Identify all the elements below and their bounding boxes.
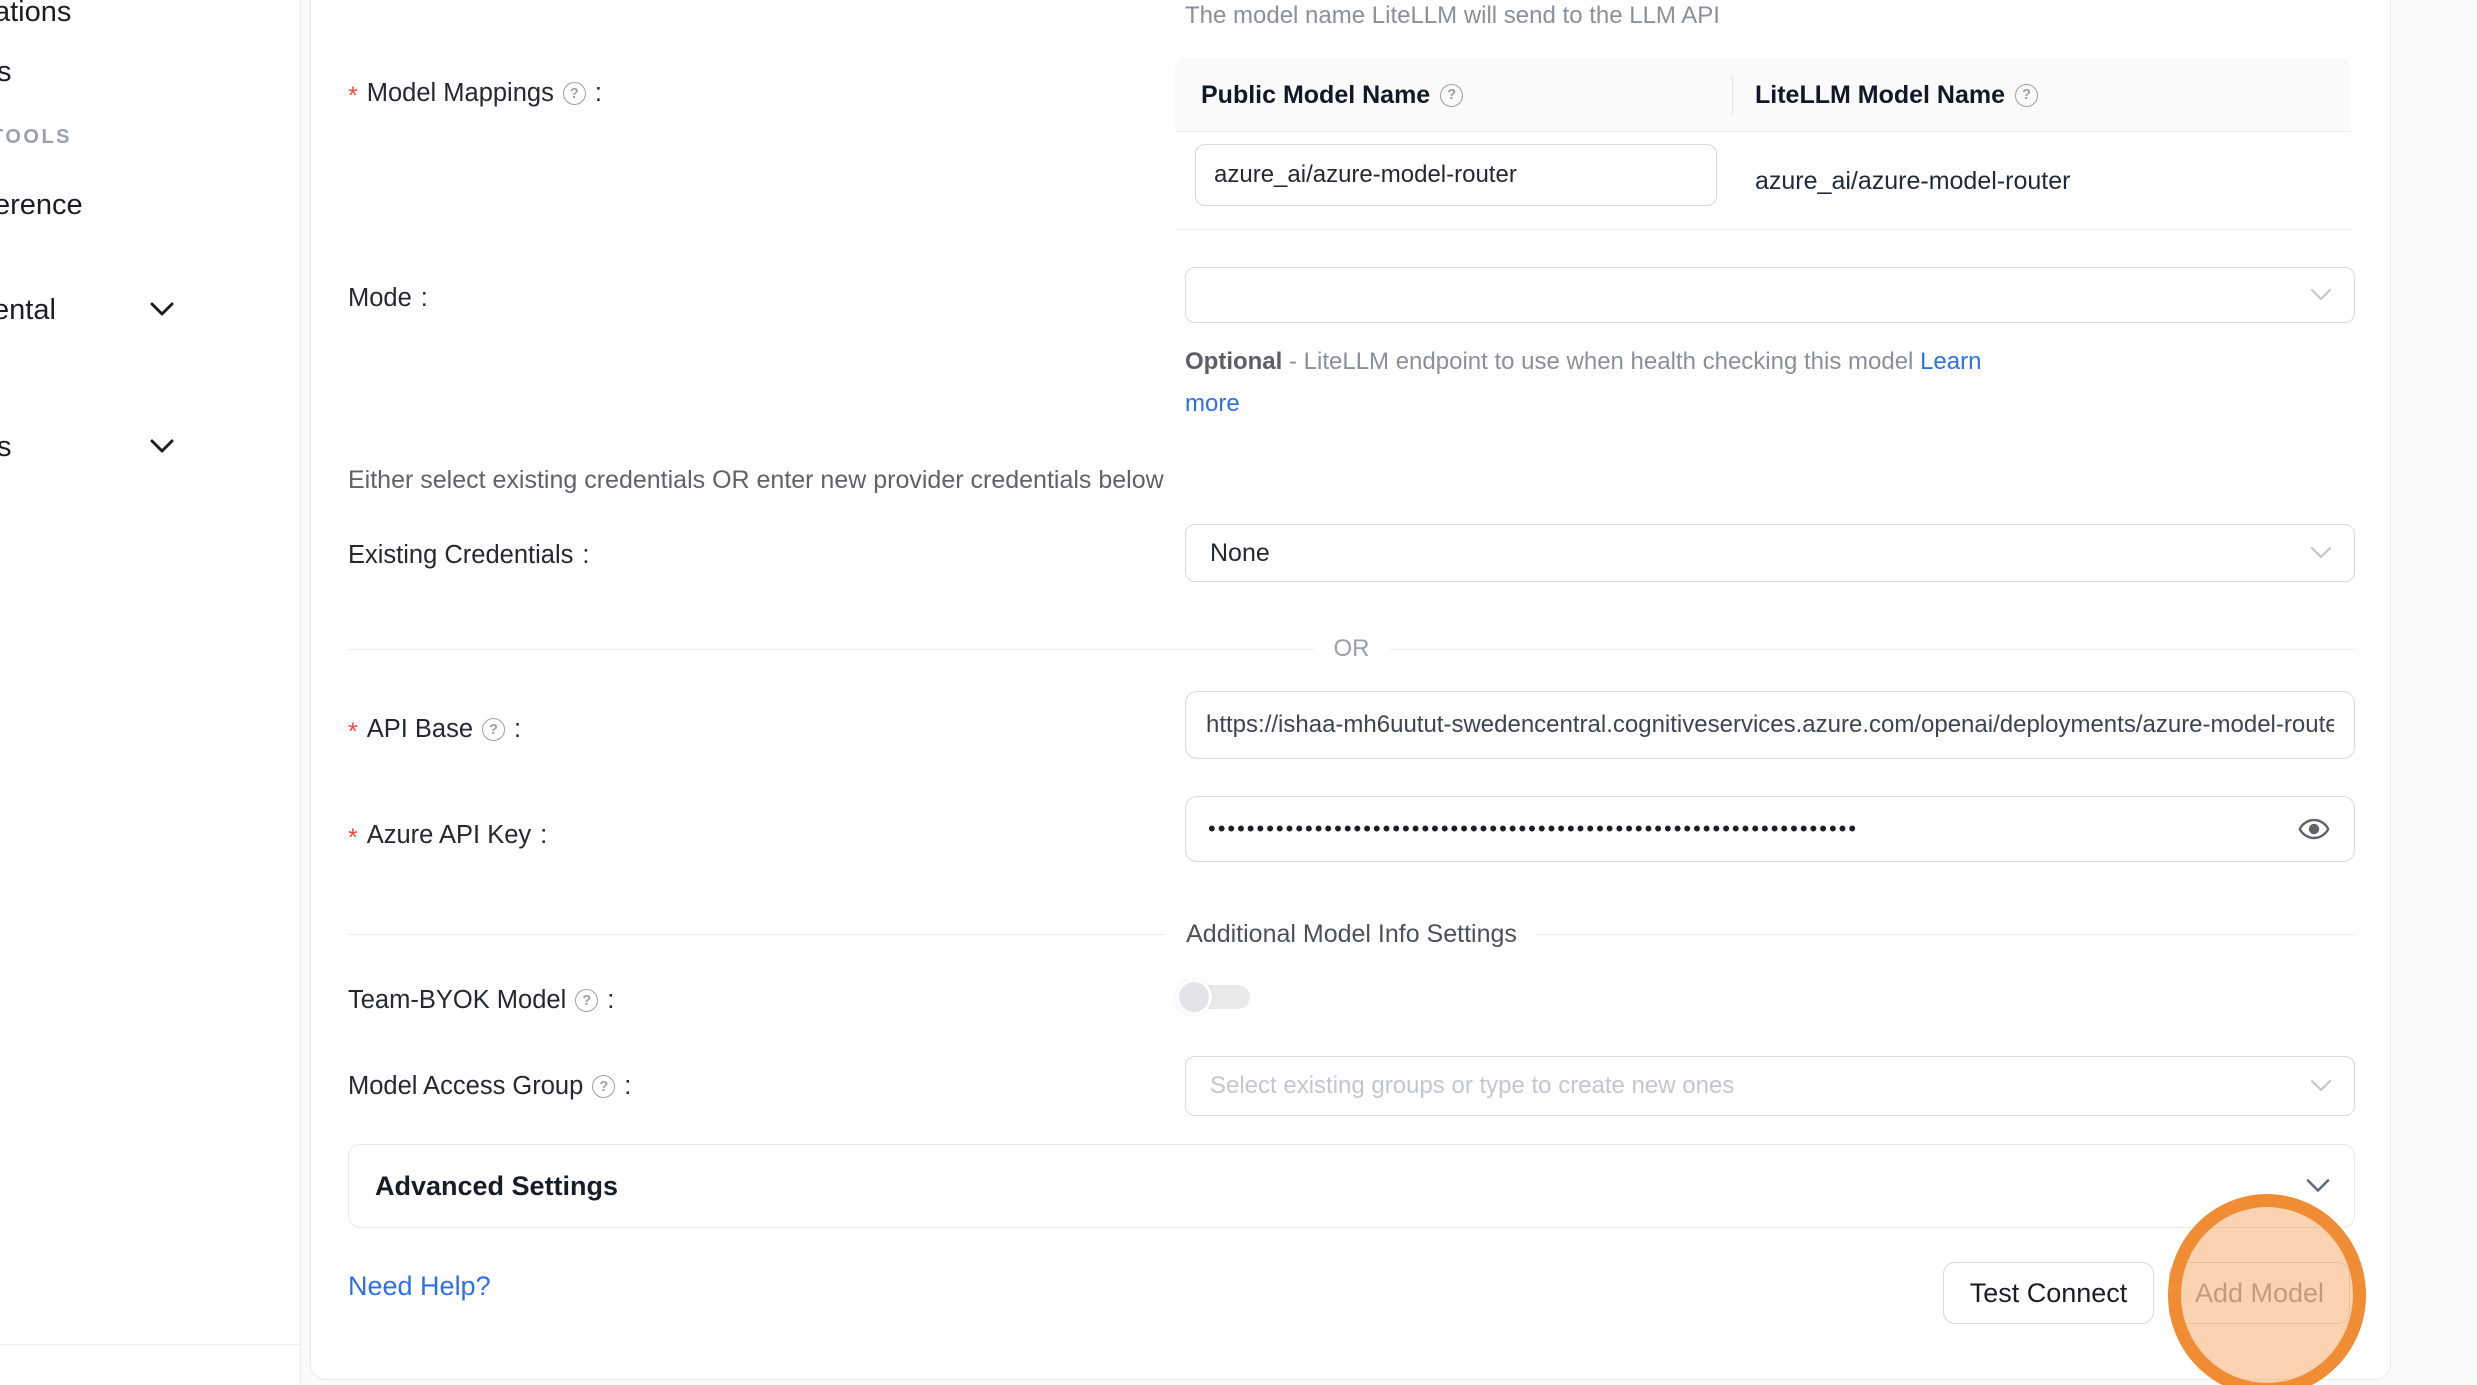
team-byok-label: Team-BYOK Model : <box>348 986 614 1015</box>
colon: : <box>540 821 547 850</box>
colon: : <box>607 986 614 1015</box>
or-divider-text: OR <box>1334 635 1370 663</box>
required-marker: * <box>348 818 358 853</box>
help-icon[interactable] <box>575 989 598 1012</box>
model-mappings-table: Public Model Name LiteLLM Model Name azu… <box>1175 58 2351 230</box>
help-icon[interactable] <box>563 82 586 105</box>
sidebar-divider <box>0 1344 301 1345</box>
help-icon[interactable] <box>1440 84 1463 107</box>
sidebar-item[interactable]: ations <box>0 0 71 29</box>
model-access-group-select[interactable] <box>1185 1056 2355 1116</box>
existing-credentials-label-text: Existing Credentials <box>348 541 573 570</box>
sidebar-item[interactable]: erence <box>0 189 83 222</box>
divider-line <box>1537 934 2355 935</box>
existing-credentials-value: None <box>1186 539 1270 568</box>
api-base-input[interactable] <box>1186 711 2354 739</box>
model-name-hint: The model name LiteLLM will send to the … <box>1185 2 1720 30</box>
advanced-settings-title: Advanced Settings <box>349 1171 618 1202</box>
sidebar: ations s TOOLS erence ental s <box>0 0 301 1385</box>
model-access-group-input[interactable] <box>1186 1072 2179 1100</box>
need-help-link[interactable]: Need Help? <box>348 1271 491 1302</box>
api-base-label-text: API Base <box>367 715 473 744</box>
litellm-model-name-value: azure_ai/azure-model-router <box>1755 132 2070 230</box>
mode-select[interactable] <box>1185 267 2355 323</box>
divider-line <box>348 934 1166 935</box>
sidebar-item[interactable]: ental <box>0 294 56 327</box>
table-header-public-model-name: Public Model Name <box>1201 58 1463 132</box>
team-byok-toggle[interactable] <box>1178 979 1250 1015</box>
header-text: Public Model Name <box>1201 81 1430 110</box>
divider-line <box>1390 649 2356 650</box>
model-mappings-label: * Model Mappings : <box>348 76 602 111</box>
chevron-down-icon <box>2310 546 2332 560</box>
chevron-down-icon <box>2310 1079 2332 1093</box>
help-icon[interactable] <box>592 1075 615 1098</box>
or-divider: OR <box>348 632 2355 666</box>
azure-api-key-label: * Azure API Key : <box>348 818 547 853</box>
required-marker: * <box>348 76 358 111</box>
additional-model-info-text: Additional Model Info Settings <box>1186 920 1517 949</box>
credentials-note: Either select existing credentials OR en… <box>348 466 1164 495</box>
colon: : <box>514 715 521 744</box>
azure-api-key-label-text: Azure API Key <box>367 821 531 850</box>
table-row: azure_ai/azure-model-router <box>1175 132 2351 230</box>
azure-api-key-masked-value: ••••••••••••••••••••••••••••••••••••••••… <box>1186 816 2264 842</box>
table-header-row: Public Model Name LiteLLM Model Name <box>1175 58 2351 132</box>
model-access-group-label-text: Model Access Group <box>348 1072 583 1101</box>
help-icon[interactable] <box>482 718 505 741</box>
mode-helper-text: Optional - LiteLLM endpoint to use when … <box>1185 341 2030 425</box>
api-base-field <box>1185 691 2355 759</box>
public-model-name-input[interactable] <box>1195 144 1717 206</box>
divider-line <box>348 649 1314 650</box>
existing-credentials-label: Existing Credentials : <box>348 541 589 570</box>
chevron-down-icon <box>2306 1179 2330 1194</box>
colon: : <box>624 1072 631 1101</box>
additional-model-info-divider: Additional Model Info Settings <box>348 916 2355 952</box>
sidebar-item[interactable]: s <box>0 56 12 89</box>
form-content: The model name LiteLLM will send to the … <box>0 0 2477 1385</box>
colon: : <box>421 284 428 313</box>
toggle-knob <box>1176 979 1212 1015</box>
helper-rest: - LiteLLM endpoint to use when health ch… <box>1282 348 1920 375</box>
help-icon[interactable] <box>2015 84 2038 107</box>
model-mappings-label-text: Model Mappings <box>367 79 554 108</box>
chevron-down-icon <box>150 439 174 453</box>
colon: : <box>595 79 602 108</box>
test-connect-button[interactable]: Test Connect <box>1943 1262 2154 1324</box>
required-marker: * <box>348 712 358 747</box>
team-byok-label-text: Team-BYOK Model <box>348 986 566 1015</box>
sidebar-item[interactable]: s <box>0 431 12 464</box>
sidebar-section-label: TOOLS <box>0 126 72 149</box>
api-base-label: * API Base : <box>348 712 521 747</box>
advanced-settings-panel[interactable]: Advanced Settings <box>348 1144 2355 1228</box>
chevron-down-icon <box>2310 288 2332 302</box>
table-header-litellm-model-name: LiteLLM Model Name <box>1755 58 2038 132</box>
helper-bold: Optional <box>1185 348 1282 375</box>
existing-credentials-select[interactable]: None <box>1185 524 2355 582</box>
model-access-group-label: Model Access Group : <box>348 1072 631 1101</box>
eye-icon[interactable] <box>2298 816 2330 842</box>
colon: : <box>582 541 589 570</box>
add-model-button[interactable]: Add Model <box>2169 1262 2350 1324</box>
header-divider <box>1732 76 1733 114</box>
mode-label: Mode : <box>348 284 428 313</box>
header-text: LiteLLM Model Name <box>1755 81 2005 110</box>
add-model-screen: ations s TOOLS erence ental s The model … <box>0 0 2477 1385</box>
azure-api-key-field[interactable]: ••••••••••••••••••••••••••••••••••••••••… <box>1185 796 2355 862</box>
chevron-down-icon <box>150 302 174 316</box>
mode-label-text: Mode <box>348 284 412 313</box>
